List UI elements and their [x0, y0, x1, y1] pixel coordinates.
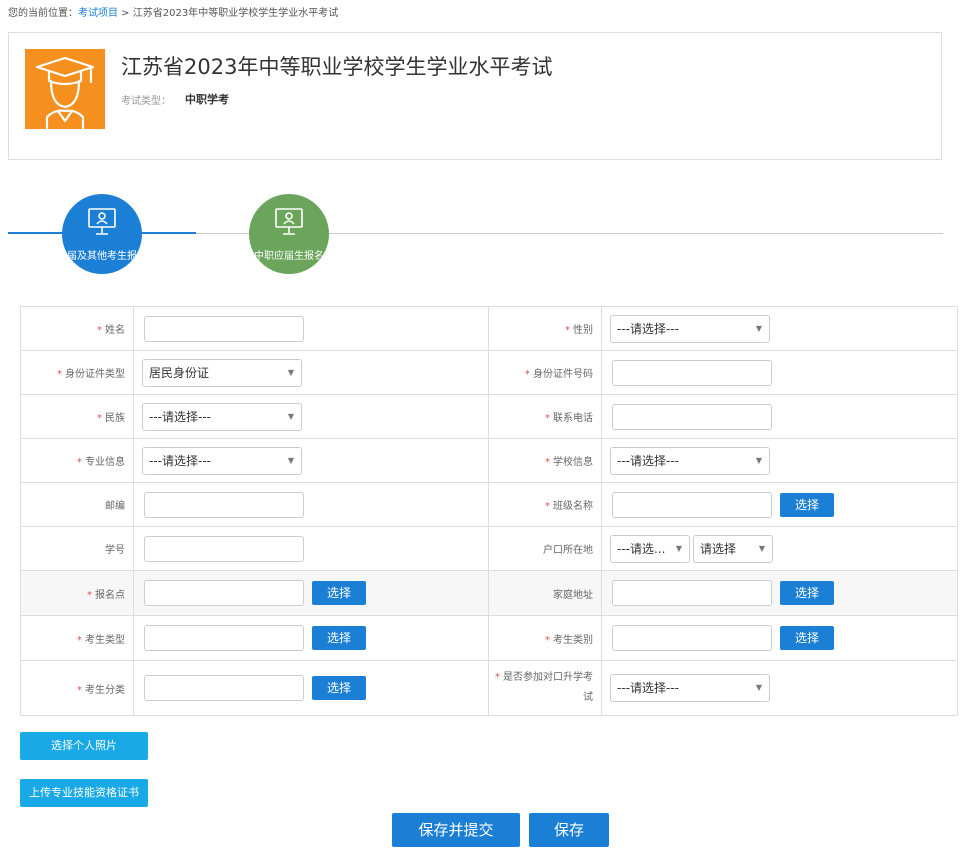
- candidate-category-pick-button[interactable]: 选择: [780, 626, 834, 650]
- school-select[interactable]: ---请选择--- ▼: [610, 447, 770, 475]
- gender-label: * 性别: [488, 306, 602, 351]
- id-type-label: * 身份证件类型: [20, 350, 134, 395]
- candidate-class-label: * 考生分类: [20, 660, 134, 716]
- name-label: * 姓名: [20, 306, 134, 351]
- class-name-label: * 班级名称: [488, 482, 602, 527]
- phone-label: * 联系电话: [488, 394, 602, 439]
- class-name-input[interactable]: [612, 492, 772, 518]
- breadcrumb-separator: >: [118, 8, 133, 19]
- chevron-down-icon: ▼: [287, 456, 294, 465]
- exam-info-card: 江苏省2023年中等职业学校学生学业水平考试 考试类型： 中职学考: [8, 32, 942, 160]
- breadcrumb: 您的当前位置：考试项目 > 江苏省2023年中等职业学校学生学业水平考试: [8, 4, 338, 19]
- chevron-down-icon: ▼: [287, 368, 294, 377]
- test-site-pick-button[interactable]: 选择: [312, 581, 366, 605]
- home-address-input[interactable]: [612, 580, 772, 606]
- postcode-label: 邮编: [20, 482, 134, 527]
- id-type-select[interactable]: 居民身份证 ▼: [142, 359, 302, 387]
- chevron-down-icon: ▼: [287, 412, 294, 421]
- student-no-label: 学号: [20, 526, 134, 571]
- registration-form: * 姓名 * 性别 ---请选择--- ▼ * 身份证件类型 居民身份证 ▼ * 身份证件号…: [20, 306, 958, 716]
- student-no-input[interactable]: [144, 536, 304, 562]
- form-row: * 身份证件类型 居民身份证 ▼ * 身份证件号码: [20, 350, 958, 395]
- monitor-user-icon: [275, 208, 303, 235]
- id-number-input[interactable]: [612, 360, 772, 386]
- school-label: * 学校信息: [488, 438, 602, 483]
- breadcrumb-current: 江苏省2023年中等职业学校学生学业水平考试: [132, 8, 339, 19]
- home-address-label: 家庭地址: [488, 570, 602, 616]
- postcode-input[interactable]: [144, 492, 304, 518]
- select-photo-button[interactable]: 选择个人照片: [20, 732, 148, 760]
- chevron-down-icon: ▼: [675, 544, 682, 553]
- candidate-category-label: * 考生类别: [488, 615, 602, 661]
- exam-type-label: 考试类型：: [121, 96, 171, 107]
- save-button[interactable]: 保存: [529, 813, 609, 847]
- exam-type-value: 中职学考: [185, 93, 229, 106]
- candidate-type-label: * 考生类型: [20, 615, 134, 661]
- major-select[interactable]: ---请选择--- ▼: [142, 447, 302, 475]
- breadcrumb-prefix: 您的当前位置：: [8, 8, 78, 19]
- class-name-pick-button[interactable]: 选择: [780, 493, 834, 517]
- name-input[interactable]: [144, 316, 304, 342]
- ethnicity-select[interactable]: ---请选择--- ▼: [142, 403, 302, 431]
- join-exam-label: * 是否参加对口升学考试: [488, 660, 602, 716]
- home-address-pick-button[interactable]: 选择: [780, 581, 834, 605]
- form-row: * 民族 ---请选择--- ▼ * 联系电话: [20, 394, 958, 439]
- candidate-type-input[interactable]: [144, 625, 304, 651]
- hukou-province-select[interactable]: ---请选... ▼: [610, 535, 690, 563]
- breadcrumb-link-exam-projects[interactable]: 考试项目: [78, 8, 118, 19]
- candidate-class-pick-button[interactable]: 选择: [312, 676, 366, 700]
- candidate-type-pick-button[interactable]: 选择: [312, 626, 366, 650]
- chevron-down-icon: ▼: [755, 683, 762, 692]
- graduate-cap-icon: [25, 49, 105, 130]
- form-row: * 专业信息 ---请选择--- ▼ * 学校信息 ---请选择--- ▼: [20, 438, 958, 483]
- test-site-label: * 报名点: [20, 570, 134, 616]
- chevron-down-icon: ▼: [755, 324, 762, 333]
- form-row: 邮编 * 班级名称 选择: [20, 482, 958, 527]
- candidate-class-input[interactable]: [144, 675, 304, 701]
- step-label: 往届及其他考生报名: [62, 251, 142, 262]
- candidate-category-input[interactable]: [612, 625, 772, 651]
- form-row: * 姓名 * 性别 ---请选择--- ▼: [20, 306, 958, 351]
- gender-select[interactable]: ---请选择--- ▼: [610, 315, 770, 343]
- step-current-students[interactable]: 中职应届生报名: [249, 194, 329, 274]
- phone-input[interactable]: [612, 404, 772, 430]
- id-number-label: * 身份证件号码: [488, 350, 602, 395]
- monitor-user-icon: [88, 208, 116, 235]
- upload-cert-button[interactable]: 上传专业技能资格证书: [20, 779, 148, 807]
- save-submit-button[interactable]: 保存并提交: [392, 813, 520, 847]
- form-row: * 考生类型 选择 * 考生类别 选择: [20, 615, 958, 661]
- major-label: * 专业信息: [20, 438, 134, 483]
- step-previous-candidates[interactable]: 往届及其他考生报名: [62, 194, 142, 274]
- ethnicity-label: * 民族: [20, 394, 134, 439]
- chevron-down-icon: ▼: [758, 544, 765, 553]
- chevron-down-icon: ▼: [755, 456, 762, 465]
- exam-title: 江苏省2023年中等职业学校学生学业水平考试: [121, 55, 553, 79]
- hukou-city-select[interactable]: 请选择 ▼: [693, 535, 773, 563]
- form-row: * 考生分类 选择 * 是否参加对口升学考试 ---请选择--- ▼: [20, 660, 958, 716]
- join-exam-select[interactable]: ---请选择--- ▼: [610, 674, 770, 702]
- hukou-label: 户口所在地: [488, 526, 602, 571]
- test-site-input[interactable]: [144, 580, 304, 606]
- form-row: 学号 户口所在地 ---请选... ▼ 请选择 ▼: [20, 526, 958, 571]
- form-row: * 报名点 选择 家庭地址 选择: [20, 570, 958, 616]
- step-label: 中职应届生报名: [254, 251, 324, 262]
